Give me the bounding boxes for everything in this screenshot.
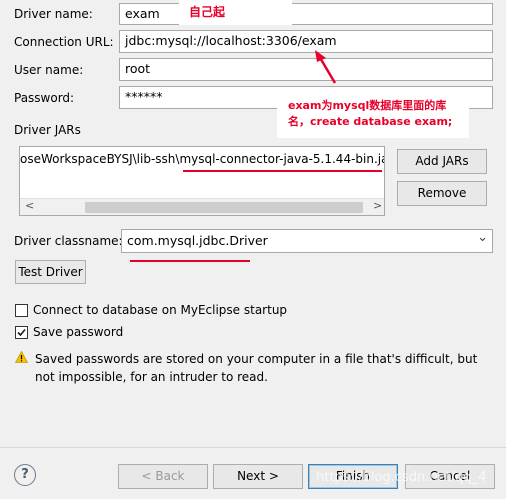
help-icon[interactable]: ? (14, 464, 36, 486)
exam-note-line2: 名，create database exam; (288, 115, 453, 128)
warning-icon (15, 351, 28, 363)
driver-name-input[interactable]: exam (119, 3, 493, 25)
user-name-value: root (125, 61, 151, 76)
password-label: Password: (14, 91, 75, 105)
watermark: https://blog.csdn.net/qq_4 (316, 470, 487, 485)
remove-button[interactable]: Remove (397, 181, 487, 206)
footer-divider (0, 447, 506, 448)
scroll-right-arrow[interactable]: > (373, 199, 382, 212)
exam-note-box: exam为mysql数据库里面的库 名，create database exam… (277, 88, 469, 138)
add-jars-button[interactable]: Add JARs (397, 149, 487, 174)
chevron-down-icon[interactable]: ⌄ (477, 230, 488, 249)
back-button[interactable]: < Back (118, 464, 208, 489)
warning-text-line1: Saved passwords are stored on your compu… (35, 352, 478, 366)
warning-text-line2: not impossible, for an intruder to read. (35, 370, 268, 384)
save-password-checkbox[interactable] (15, 326, 28, 339)
save-password-label[interactable]: Save password (33, 325, 123, 339)
driver-name-label: Driver name: (14, 7, 93, 21)
self-named-note: 自己起 (189, 5, 226, 19)
connection-url-input[interactable]: jdbc:mysql://localhost:3306/exam (119, 30, 493, 53)
test-driver-button[interactable]: Test Driver (15, 260, 86, 284)
scroll-left-arrow[interactable]: < (25, 199, 34, 212)
connection-url-value: jdbc:mysql://localhost:3306/exam (125, 33, 337, 48)
jar-list-scrollbar[interactable]: < > (20, 198, 384, 215)
driver-jars-label: Driver JARs (14, 123, 81, 137)
self-named-note-box: 自己起 (179, 0, 292, 25)
jar-path[interactable]: oseWorkspaceBYSJ\lib-ssh\mysql-connector… (20, 152, 384, 166)
user-name-input[interactable]: root (119, 58, 493, 81)
driver-name-value: exam (125, 6, 160, 21)
driver-classname-select[interactable]: com.mysql.jdbc.Driver ⌄ (121, 229, 493, 253)
driver-classname-label: Driver classname: (14, 234, 123, 248)
connect-startup-checkbox[interactable] (15, 304, 28, 317)
jar-list[interactable]: oseWorkspaceBYSJ\lib-ssh\mysql-connector… (19, 146, 385, 216)
connection-url-label: Connection URL: (14, 35, 114, 49)
checkmark-icon (17, 328, 26, 337)
next-button[interactable]: Next > (213, 464, 303, 489)
user-name-label: User name: (14, 63, 84, 77)
password-value: ****** (125, 89, 163, 104)
connect-startup-label[interactable]: Connect to database on MyEclipse startup (33, 303, 287, 317)
scroll-thumb[interactable] (85, 202, 363, 213)
driver-classname-value: com.mysql.jdbc.Driver (127, 233, 268, 248)
exam-note-line1: exam为mysql数据库里面的库 (288, 99, 447, 112)
